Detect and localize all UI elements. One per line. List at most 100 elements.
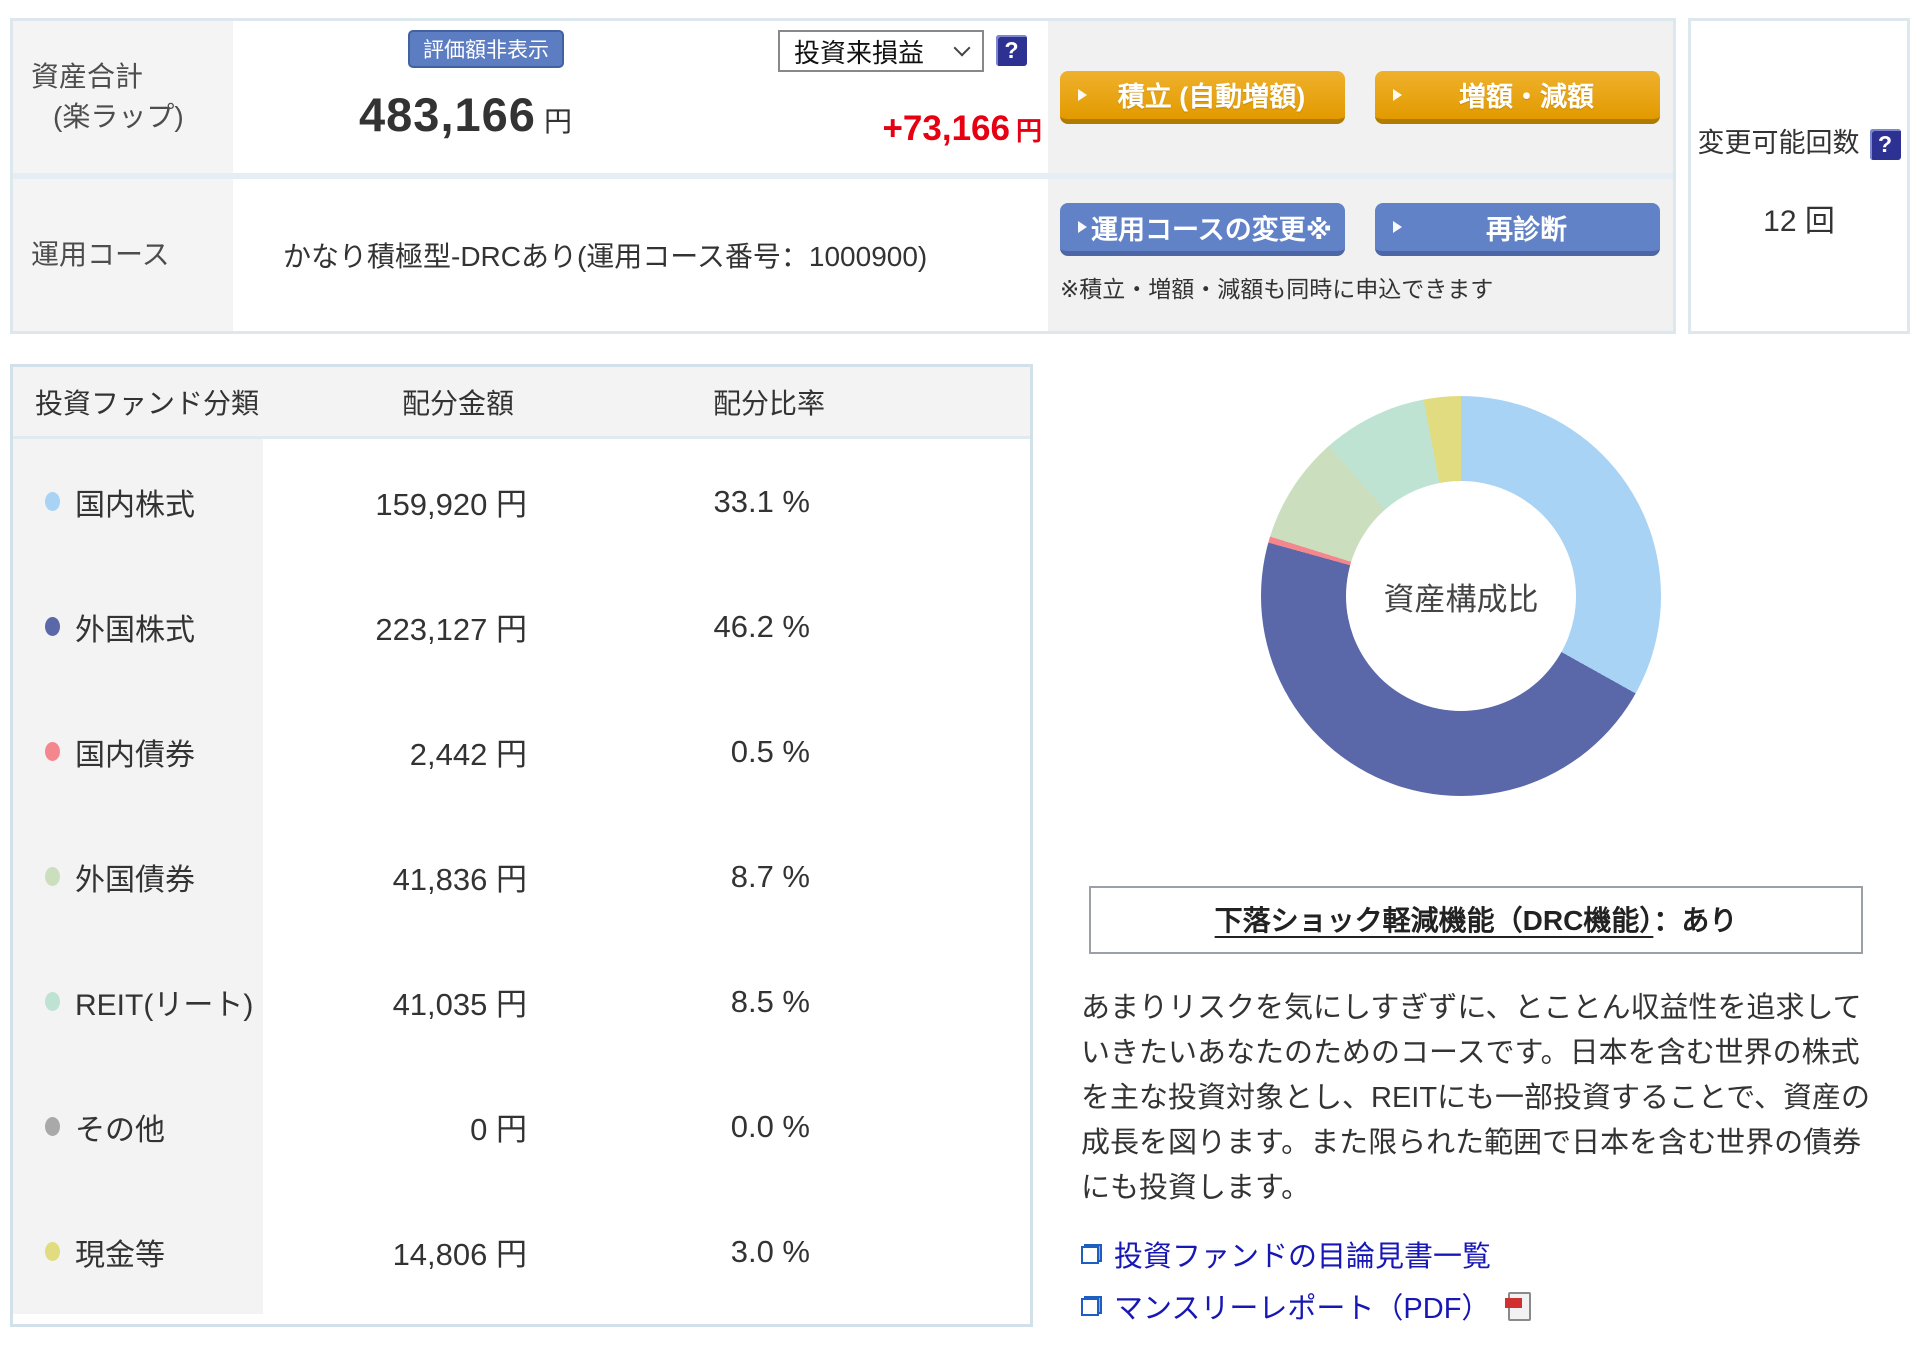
profit-help-icon[interactable]: ?	[996, 35, 1027, 66]
fund-table-header: 投資ファンド分類 配分金額 配分比率	[13, 367, 1030, 439]
fund-amount-cell: 14,806 円	[392, 1237, 527, 1272]
column-header-amount: 配分金額	[401, 387, 514, 419]
asset-total-unit: 円	[543, 106, 572, 137]
course-value-cell: かなり積極型-DRCあり(運用コース番号：1000900)	[233, 179, 1048, 331]
tsumitate-button[interactable]: 積立 (自動増額)	[1060, 70, 1345, 124]
change-count-help-icon[interactable]: ?	[1869, 129, 1901, 161]
fund-amount-cell: 41,035 円	[392, 987, 527, 1022]
category-color-dot	[45, 1117, 60, 1136]
course-note: ※積立・増額・減額も同時に申込できます	[1060, 276, 1494, 302]
fund-ratio-cell: 0.5 %	[730, 733, 810, 769]
table-row: 外国債券 41,836 円 8.7 %	[13, 814, 1030, 939]
category-color-dot	[45, 742, 60, 761]
fund-category-cell: 国内株式	[13, 439, 263, 564]
fund-category-label: 外国債券	[75, 863, 195, 897]
document-link-label: 投資ファンドの目論見書一覧	[1114, 1241, 1492, 1273]
profit-number: +73,166	[882, 109, 1010, 148]
asset-total-value-cell: 評価額非表示 483,166 円	[233, 21, 778, 173]
increase-decrease-button-label: 増額・減額	[1459, 82, 1594, 112]
drc-feature-value: ：あり	[1653, 905, 1738, 936]
asset-composition-donut-chart: 資産構成比	[1261, 396, 1661, 796]
category-color-dot	[45, 492, 60, 511]
change-count-label-line: 変更可能回数?	[1691, 121, 1907, 161]
asset-total-label: 資産合計	[31, 61, 144, 92]
asset-total-label-cell: 資産合計 (楽ラップ)	[13, 21, 233, 173]
asset-total-sublabel: (楽ラップ)	[53, 101, 184, 132]
fund-category-label: 外国株式	[75, 613, 195, 647]
fund-amount-cell: 223,127 円	[375, 612, 527, 647]
table-row: REIT(リート) 41,035 円 8.5 %	[13, 939, 1030, 1064]
fund-category-cell: 外国債券	[13, 814, 263, 939]
course-row: 運用コース かなり積極型-DRCあり(運用コース番号：1000900) 運用コー…	[13, 179, 1673, 331]
course-actions-area: 運用コースの変更※ 再診断 ※積立・増額・減額も同時に申込できます	[1048, 179, 1673, 331]
asset-total-amount: 483,166 円	[233, 87, 778, 142]
course-label-cell: 運用コース	[13, 179, 233, 331]
drc-feature-box: 下落ショック軽減機能（DRC機能）：あり	[1089, 886, 1863, 954]
category-color-dot	[45, 1242, 60, 1261]
allocation-section: 投資ファンド分類 配分金額 配分比率 国内株式 159,920 円 33.1 %…	[10, 364, 1910, 1327]
category-color-dot	[45, 867, 60, 886]
profit-cell: 投資来損益 ? +73,166 円	[778, 21, 1048, 173]
table-row: 外国株式 223,127 円 46.2 %	[13, 564, 1030, 689]
fund-category-label: 国内債券	[75, 738, 195, 772]
fund-category-label: 現金等	[75, 1238, 165, 1272]
table-row: 国内債券 2,442 円 0.5 %	[13, 689, 1030, 814]
fund-category-cell: その他	[13, 1064, 263, 1189]
profit-value: +73,166 円	[882, 109, 1042, 149]
drc-feature-title: 下落ショック軽減機能（DRC機能）	[1214, 905, 1654, 936]
increase-decrease-button[interactable]: 増額・減額	[1375, 70, 1660, 124]
fund-amount-cell: 41,836 円	[392, 862, 527, 897]
change-count-value: 12 回	[1763, 205, 1835, 239]
change-count-box: 変更可能回数? 12 回	[1688, 18, 1910, 334]
rediagnosis-button-label: 再診断	[1486, 214, 1567, 245]
fund-category-cell: 外国株式	[13, 564, 263, 689]
asset-total-row: 資産合計 (楽ラップ) 評価額非表示 483,166 円 投資来損益 ? +73,…	[13, 21, 1673, 173]
fund-ratio-cell: 0.0 %	[730, 1108, 810, 1144]
document-link[interactable]: 投資ファンドの目論見書一覧	[1081, 1233, 1910, 1275]
fund-amount-cell: 2,442 円	[409, 737, 527, 772]
account-summary-panel: 資産合計 (楽ラップ) 評価額非表示 483,166 円 投資来損益 ? +73,…	[10, 18, 1910, 334]
column-header-ratio: 配分比率	[712, 387, 825, 419]
fund-allocation-table: 投資ファンド分類 配分金額 配分比率 国内株式 159,920 円 33.1 %…	[10, 364, 1033, 1327]
table-row: その他 0 円 0.0 %	[13, 1064, 1030, 1189]
fund-ratio-cell: 3.0 %	[730, 1233, 810, 1269]
fund-category-label: その他	[75, 1113, 165, 1147]
column-header-category: 投資ファンド分類	[35, 387, 260, 419]
fund-amount-cell: 159,920 円	[375, 487, 527, 522]
rediagnosis-button[interactable]: 再診断	[1375, 203, 1660, 256]
external-window-icon	[1081, 1244, 1102, 1264]
fund-amount-cell: 0 円	[470, 1112, 527, 1147]
change-course-button[interactable]: 運用コースの変更※	[1060, 203, 1345, 256]
fund-table-body: 国内株式 159,920 円 33.1 % 外国株式 223,127 円 46.…	[13, 439, 1030, 1314]
change-count-label: 変更可能回数	[1697, 128, 1860, 158]
arrow-right-icon	[1078, 221, 1087, 233]
donut-center-label: 資産構成比	[1346, 481, 1576, 711]
fund-category-label: 国内株式	[75, 488, 195, 522]
asset-actions-area: 積立 (自動増額) 増額・減額	[1048, 21, 1673, 173]
profit-unit: 円	[1015, 116, 1042, 146]
change-course-button-label: 運用コースの変更※	[1091, 214, 1332, 245]
asset-total-number: 483,166	[359, 88, 536, 141]
fund-category-label: REIT(リート)	[75, 988, 254, 1022]
profit-period-select[interactable]: 投資来損益	[778, 30, 984, 72]
arrow-right-icon	[1393, 88, 1402, 101]
table-row: 現金等 14,806 円 3.0 %	[13, 1189, 1030, 1314]
course-label: 運用コース	[31, 239, 170, 270]
profit-period-selected-value: 投資来損益	[794, 37, 925, 68]
document-link[interactable]: マンスリーレポート（PDF）	[1081, 1285, 1910, 1327]
fund-category-cell: 国内債券	[13, 689, 263, 814]
fund-ratio-cell: 8.5 %	[730, 983, 810, 1019]
pdf-file-icon	[1505, 1291, 1532, 1321]
course-value: かなり積極型-DRCあり(運用コース番号：1000900)	[283, 241, 928, 272]
tsumitate-button-label: 積立 (自動増額)	[1117, 82, 1306, 112]
category-color-dot	[45, 617, 60, 636]
external-window-icon	[1081, 1296, 1102, 1316]
document-link-label: マンスリーレポート（PDF）	[1114, 1293, 1491, 1325]
arrow-right-icon	[1393, 221, 1402, 233]
fund-ratio-cell: 33.1 %	[713, 483, 810, 519]
course-description: あまりリスクを気にしすぎずに、とことん収益性を追求していきたいあなたのためのコー…	[1081, 992, 1871, 1204]
fund-ratio-cell: 8.7 %	[730, 858, 810, 894]
course-buttons-row: 運用コースの変更※ 再診断	[1060, 203, 1673, 256]
fund-category-cell: REIT(リート)	[13, 939, 263, 1064]
hide-valuation-button[interactable]: 評価額非表示	[408, 30, 564, 68]
